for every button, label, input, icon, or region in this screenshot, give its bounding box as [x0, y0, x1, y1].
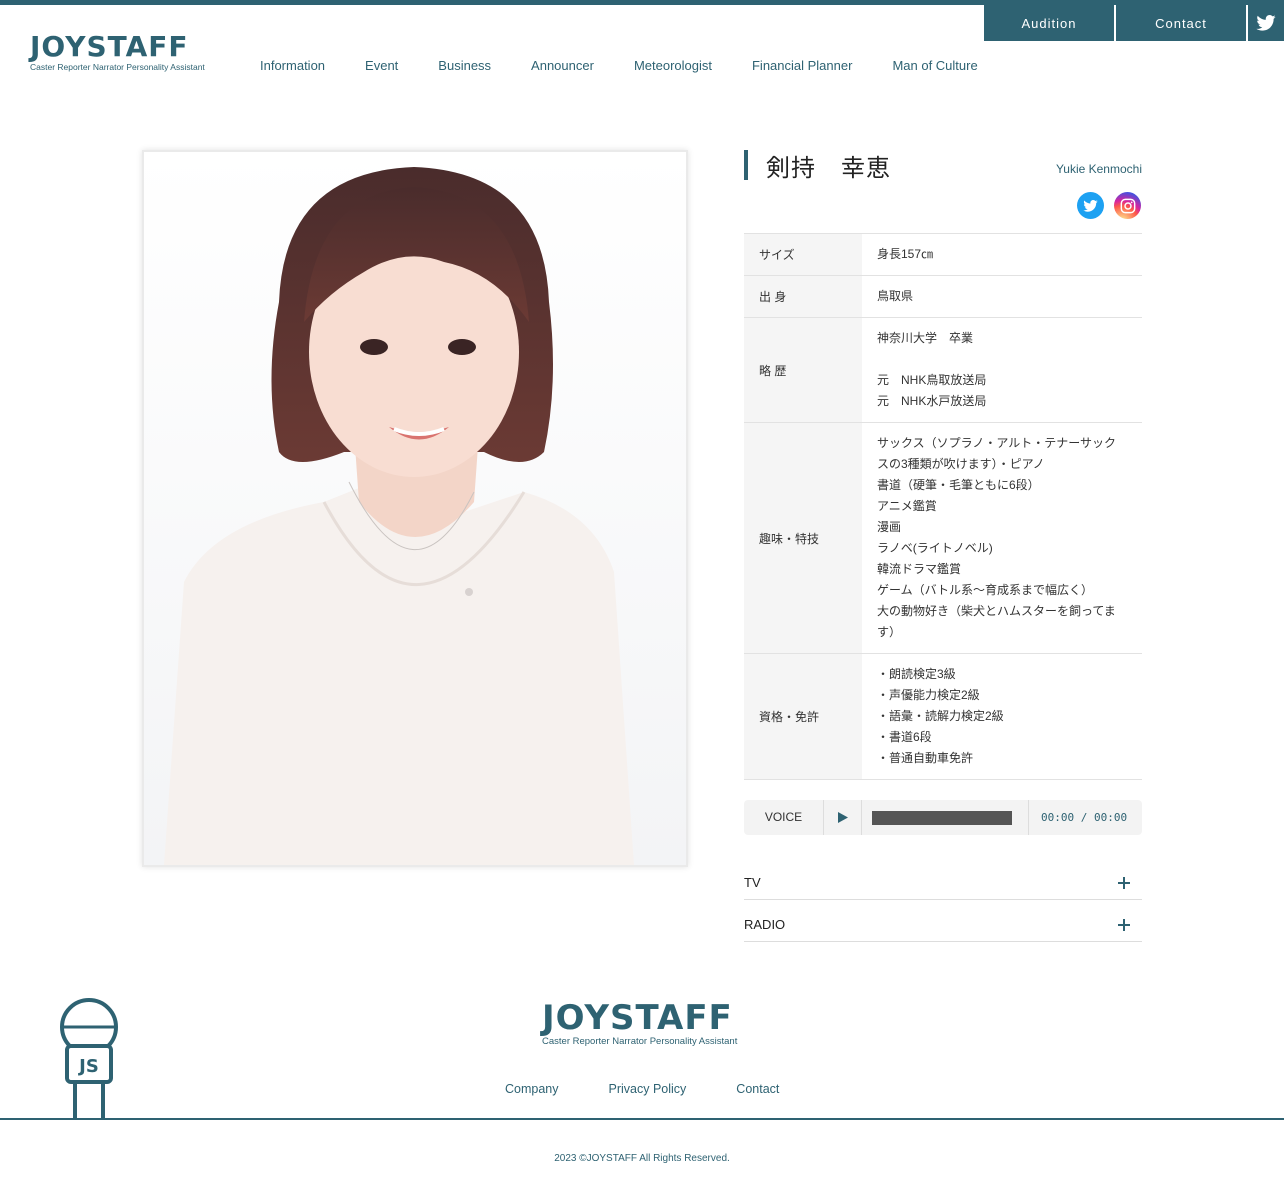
profile-label-qualifications: 資格・免許 [744, 653, 862, 780]
nav-item-man-of-culture[interactable]: Man of Culture [892, 58, 977, 73]
footer-link-contact[interactable]: Contact [736, 1082, 779, 1096]
footer-logo-wordmark: JOYSTAFF [542, 998, 733, 1038]
birthplace-value: 鳥取県 [877, 289, 914, 303]
mic-label: JS [77, 1056, 99, 1077]
accordion-tv-label: TV [744, 875, 761, 890]
career-line: 元 NHK水戸放送局 [877, 394, 987, 408]
qualification-line: ・書道6段 [877, 730, 932, 744]
voice-progress-track[interactable] [872, 810, 1012, 825]
site-logo[interactable]: JOYSTAFF Caster Reporter Narrator Person… [30, 30, 205, 73]
audition-button[interactable]: Audition [984, 5, 1114, 41]
footer-link-company[interactable]: Company [505, 1082, 559, 1096]
footer-logo-tagline: Caster Reporter Narrator Personality Ass… [542, 1036, 738, 1047]
profile-label-birthplace: 出 身 [744, 275, 862, 318]
profile-row-hobbies: 趣味・特技 サックス（ソプラノ・アルト・テナーサックスの3種類が吹けます）・ピア… [744, 422, 1142, 654]
hobby-line: 韓流ドラマ鑑賞 [877, 562, 962, 576]
qualification-line: ・声優能力検定2級 [877, 688, 980, 702]
logo-tagline: Caster Reporter Narrator Personality Ass… [30, 62, 205, 72]
accordion-radio[interactable]: RADIO [744, 908, 1142, 942]
footer-logo[interactable]: JOYSTAFF Caster Reporter Narrator Person… [542, 1000, 752, 1047]
hobby-line: 書道（硬筆・毛筆ともに6段） [877, 478, 1040, 492]
plus-icon [1118, 877, 1130, 889]
copyright: 2023 ©JOYSTAFF All Rights Reserved. [554, 1153, 730, 1164]
profile-name-jp: 剣持 幸恵 [766, 154, 891, 182]
nav-item-meteorologist[interactable]: Meteorologist [634, 58, 712, 73]
twitter-icon [1256, 15, 1276, 31]
size-value: 身長157㎝ [877, 247, 934, 261]
qualification-line: ・朗読検定3級 [877, 667, 956, 681]
main-nav: Information Event Business Announcer Met… [260, 58, 1018, 73]
microphone-mascot: JS [56, 994, 122, 1125]
profile-label-size: サイズ [744, 233, 862, 276]
social-links [1077, 192, 1141, 219]
hobby-line: サックス（ソプラノ・アルト・テナーサックスの3種類が吹けます）・ピアノ [877, 436, 1117, 471]
profile-name-block: 剣持 幸恵 Yukie Kenmochi [744, 150, 1142, 182]
career-line [877, 349, 1118, 370]
qualification-line: ・語彙・読解力検定2級 [877, 709, 1004, 723]
qualification-line: ・普通自動車免許 [877, 751, 974, 765]
voice-label: VOICE [744, 800, 824, 835]
career-line: 神奈川大学 卒業 [877, 331, 974, 345]
footer-link-privacy-policy[interactable]: Privacy Policy [609, 1082, 687, 1096]
nav-item-announcer[interactable]: Announcer [531, 58, 594, 73]
contact-button[interactable]: Contact [1116, 5, 1246, 41]
voice-player: VOICE 00:00 / 00:00 [744, 800, 1142, 835]
voice-time: 00:00 / 00:00 [1028, 800, 1127, 835]
instagram-icon[interactable] [1114, 192, 1141, 219]
profile-photo [142, 150, 688, 867]
profile-row-qualifications: 資格・免許 ・朗読検定3級 ・声優能力検定2級 ・語彙・読解力検定2級 ・書道6… [744, 653, 1142, 780]
profile-label-hobbies: 趣味・特技 [744, 422, 862, 654]
profile-value-size: 身長157㎝ [862, 233, 1142, 276]
plus-icon [1118, 919, 1130, 931]
profile-value-career: 神奈川大学 卒業 元 NHK鳥取放送局 元 NHK水戸放送局 [862, 317, 1142, 423]
nav-item-event[interactable]: Event [365, 58, 398, 73]
profile-value-qualifications: ・朗読検定3級 ・声優能力検定2級 ・語彙・読解力検定2級 ・書道6段 ・普通自… [862, 653, 1142, 780]
profile-label-career: 略 歴 [744, 317, 862, 423]
top-buttons: Audition Contact [982, 5, 1284, 41]
hobby-line: アニメ鑑賞 [877, 499, 937, 513]
profile-value-birthplace: 鳥取県 [862, 275, 1142, 318]
nav-item-business[interactable]: Business [438, 58, 491, 73]
play-button[interactable] [824, 800, 862, 835]
hobby-line: 大の動物好き（柴犬とハムスターを飼ってます） [877, 604, 1116, 639]
accordion-tv[interactable]: TV [744, 866, 1142, 900]
hobby-line: ラノベ(ライトノベル) [877, 541, 993, 555]
hobby-line: ゲーム（バトル系～育成系まで幅広く） [877, 583, 1094, 597]
profile-row-career: 略 歴 神奈川大学 卒業 元 NHK鳥取放送局 元 NHK水戸放送局 [744, 317, 1142, 423]
profile-name-en: Yukie Kenmochi [1055, 162, 1142, 176]
profile-value-hobbies: サックス（ソプラノ・アルト・テナーサックスの3種類が吹けます）・ピアノ 書道（硬… [862, 422, 1142, 654]
footer-divider [0, 1118, 1284, 1120]
twitter-button[interactable] [1248, 5, 1284, 41]
footer-nav: Company Privacy Policy Contact [505, 1082, 829, 1096]
nav-item-information[interactable]: Information [260, 58, 325, 73]
logo-wordmark: JOYSTAFF [30, 30, 189, 63]
profile-table: サイズ 身長157㎝ 出 身 鳥取県 略 歴 神奈川大学 卒業 元 NHK鳥取放… [744, 233, 1142, 780]
hobby-line: 漫画 [877, 520, 902, 534]
nav-item-financial-planner[interactable]: Financial Planner [752, 58, 852, 73]
profile-row-birthplace: 出 身 鳥取県 [744, 275, 1142, 318]
play-icon [837, 812, 848, 823]
twitter-icon[interactable] [1077, 192, 1104, 219]
profile-row-size: サイズ 身長157㎝ [744, 233, 1142, 276]
accordion-radio-label: RADIO [744, 917, 786, 932]
career-line: 元 NHK鳥取放送局 [877, 373, 987, 387]
